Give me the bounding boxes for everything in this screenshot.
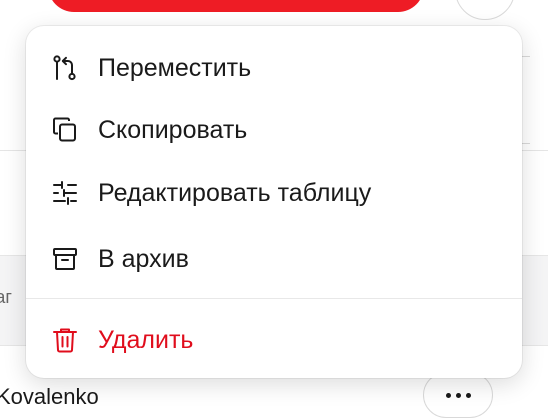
dot	[455, 392, 461, 398]
move-branch-icon	[50, 53, 80, 83]
menu-item-archive[interactable]: В архив	[26, 229, 522, 289]
trash-icon	[50, 325, 80, 355]
archive-icon	[50, 244, 80, 274]
sliders-icon	[50, 178, 80, 208]
menu-item-delete[interactable]: Удалить	[26, 310, 522, 370]
menu-item-label: Редактировать таблицу	[98, 179, 372, 207]
menu-item-label: Скопировать	[98, 116, 248, 144]
menu-item-copy[interactable]: Скопировать	[26, 100, 522, 160]
round-icon-button[interactable]	[455, 0, 515, 20]
copy-icon	[50, 115, 80, 145]
table-header-label: ваг	[0, 287, 12, 307]
menu-divider	[26, 298, 522, 299]
more-options-button[interactable]	[423, 372, 493, 418]
primary-action-button[interactable]	[48, 0, 424, 12]
menu-item-edit-table[interactable]: Редактировать таблицу	[26, 163, 522, 223]
menu-item-label: Переместить	[98, 54, 252, 82]
row-name: Kovalenko	[0, 384, 99, 409]
menu-item-move[interactable]: Переместить	[26, 38, 522, 98]
dot	[445, 392, 451, 398]
menu-item-label: Удалить	[98, 326, 194, 354]
context-menu: Переместить Скопировать Редактировать та…	[26, 26, 522, 378]
dot	[465, 392, 471, 398]
menu-item-label: В архив	[98, 245, 189, 273]
